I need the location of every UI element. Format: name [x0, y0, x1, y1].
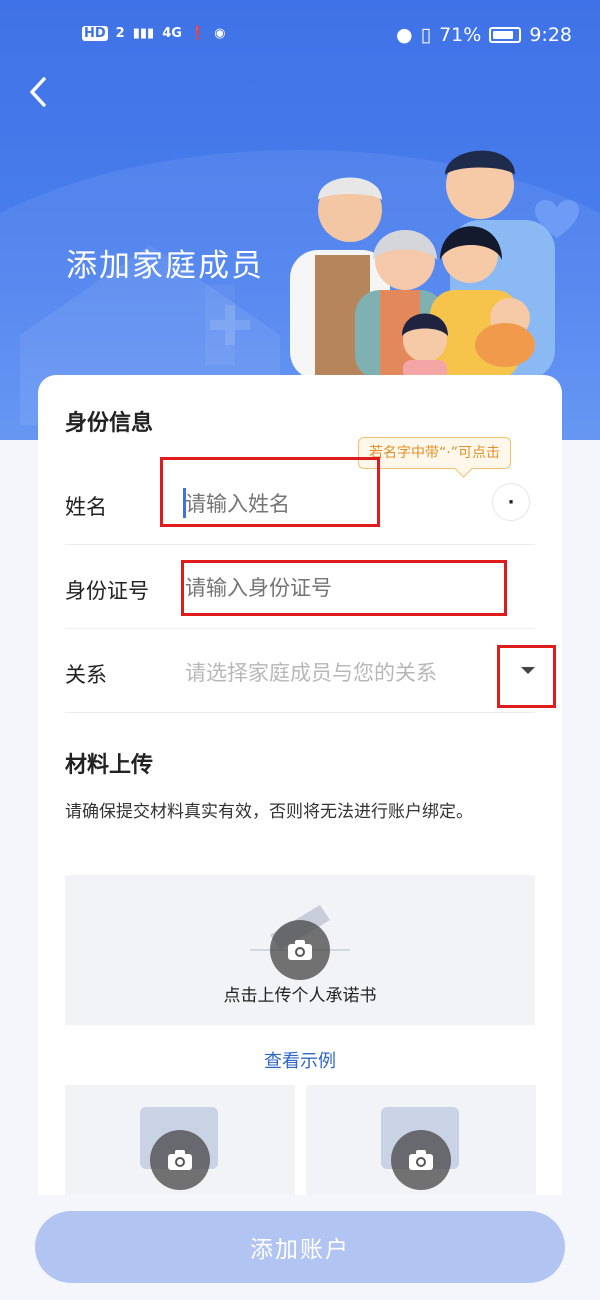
- relation-select[interactable]: 请选择家庭成员与您的关系: [185, 657, 485, 687]
- highlight-id: [181, 560, 507, 616]
- id-front-upload-box[interactable]: [65, 1085, 295, 1195]
- identity-section-title: 身份信息: [65, 411, 154, 436]
- back-arrow-icon[interactable]: [22, 74, 58, 110]
- alert-icon: ❗: [189, 26, 207, 41]
- battery-icon: [489, 27, 522, 43]
- view-example-link[interactable]: 查看示例: [38, 1047, 562, 1073]
- highlight-name: [160, 457, 380, 527]
- upload-section-title: 材料上传: [65, 753, 154, 778]
- camera-icon[interactable]: [391, 1130, 451, 1190]
- clock: 9:28: [529, 24, 572, 46]
- shield-icon: ◉: [214, 26, 226, 41]
- middle-dot-button[interactable]: ·: [492, 483, 530, 521]
- upload-description: 请确保提交材料真实有效，否则将无法进行账户绑定。: [65, 802, 473, 822]
- camera-icon[interactable]: [270, 920, 330, 980]
- page-title: 添加家庭成员: [66, 248, 264, 284]
- sim-badge: 2: [115, 26, 125, 41]
- highlight-dropdown: [497, 645, 556, 708]
- status-bar: HD 2 ▮▮▮ 4G ❗ ◉ ● ▯ 71% 9:28: [0, 0, 600, 76]
- name-label: 姓名: [65, 495, 107, 519]
- relation-row[interactable]: 关系 请选择家庭成员与您的关系: [65, 629, 535, 713]
- bottom-bar: 添加账户: [0, 1195, 600, 1300]
- promise-upload-label: 点击上传个人承诺书: [223, 986, 377, 1006]
- family-illustration: [290, 150, 579, 380]
- location-icon: ●: [396, 24, 413, 46]
- add-account-button[interactable]: 添加账户: [35, 1211, 565, 1283]
- id-label: 身份证号: [65, 579, 149, 603]
- form-card: 身份信息 若名字中带“·”可点击 姓名 · 身份证号 关系 请选择家庭成员与您的…: [38, 375, 562, 1195]
- vibrate-icon: ▯: [420, 24, 432, 46]
- battery-percent: 71%: [439, 24, 482, 46]
- camera-icon[interactable]: [150, 1130, 210, 1190]
- signal-icon: ▮▮▮: [132, 26, 155, 41]
- id-back-upload-box[interactable]: [306, 1085, 536, 1195]
- network-badge: 4G: [162, 26, 182, 41]
- hd-badge: HD: [82, 26, 108, 41]
- relation-label: 关系: [65, 663, 107, 687]
- promise-upload-box[interactable]: 点击上传个人承诺书: [65, 875, 535, 1025]
